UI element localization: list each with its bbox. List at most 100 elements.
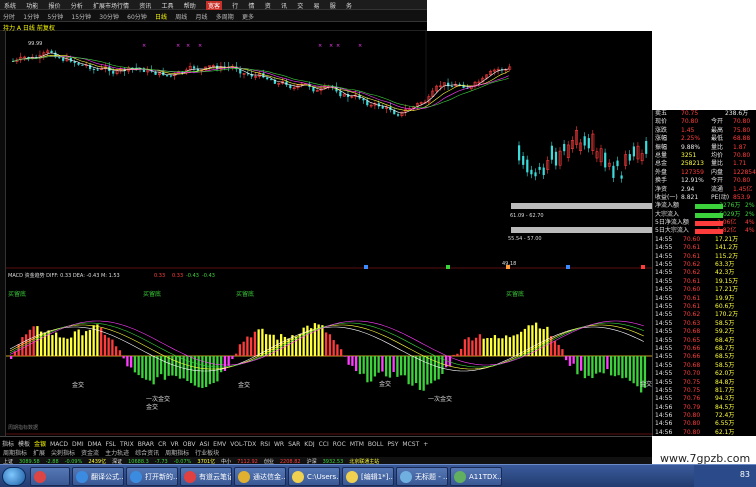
- macd-bar: [85, 331, 88, 356]
- start-button[interactable]: [2, 467, 26, 486]
- taskbar-item[interactable]: 打开新的...: [126, 467, 178, 486]
- macd-bar: [25, 334, 28, 356]
- period-tab-1min[interactable]: 1分钟: [23, 12, 39, 21]
- tick-time: 14:55: [655, 277, 673, 285]
- menu-item-analysis[interactable]: 分析: [71, 1, 83, 10]
- menu-item-right-3[interactable]: 讯: [281, 1, 287, 10]
- taskbar-item-label: [编辑1*]...: [361, 473, 394, 481]
- candle-body: [58, 57, 61, 59]
- quote-right-label: PE(动): [711, 193, 730, 201]
- quote-label: 涨跌: [655, 126, 668, 134]
- candle-body: [92, 68, 96, 70]
- period-tab-week[interactable]: 周线: [175, 12, 187, 21]
- menu-item-right-6[interactable]: 服: [330, 1, 336, 10]
- macd-bar: [478, 334, 482, 356]
- tick-price: 70.63: [683, 319, 701, 327]
- period-tab-15min[interactable]: 15分钟: [71, 12, 91, 21]
- tick-row: 14:56 70.80 6.55万: [653, 420, 756, 428]
- macd-bar: [96, 324, 99, 356]
- high-price-label: 99.99: [28, 41, 42, 47]
- macd-bar: [407, 356, 410, 385]
- taskbar-item[interactable]: C:\Users...: [288, 467, 340, 486]
- taskbar-item[interactable]: 翻译公式...: [72, 467, 124, 486]
- taskbar-item[interactable]: A11TDX...: [450, 467, 502, 486]
- tick-row: 14:56 70.79 84.5万: [653, 404, 756, 412]
- menu-item-right-4[interactable]: 交: [297, 1, 303, 10]
- menu-item-extended-market[interactable]: 扩展市场行情: [93, 1, 129, 10]
- period-tab-5min[interactable]: 5分钟: [47, 12, 63, 21]
- quote-label: 总金: [655, 160, 668, 168]
- menu-item-help[interactable]: 帮助: [184, 1, 196, 10]
- menu-item-system[interactable]: 系统: [4, 1, 16, 10]
- menu-item-right-1[interactable]: 情: [249, 1, 255, 10]
- menu-item-news[interactable]: 资讯: [139, 1, 151, 10]
- tick-volume: 19.9万: [715, 294, 735, 302]
- taskbar-item[interactable]: 无标题 - ...: [396, 467, 448, 486]
- taskbar-item[interactable]: 通达信金...: [234, 467, 286, 486]
- menu-item-right-0[interactable]: 行: [232, 1, 238, 10]
- macd-bar: [220, 356, 223, 373]
- menu-item-right-2[interactable]: 资: [265, 1, 271, 10]
- period-tab-60min[interactable]: 60分钟: [127, 12, 147, 21]
- macd-bar: [212, 356, 215, 384]
- menu-item-quote[interactable]: 报价: [49, 1, 61, 10]
- period-tab-multi[interactable]: 多周期: [216, 12, 234, 21]
- tick-time: 14:55: [655, 294, 673, 302]
- candle-body: [554, 151, 558, 166]
- menu-item-quant[interactable]: 宽客: [206, 1, 223, 10]
- taskbar-item-label: 通达信金...: [253, 473, 286, 481]
- kline-chart[interactable]: 61.09 - 62.70 55.54 - 57.00 49.18 99.99 …: [6, 31, 652, 436]
- candle-body: [604, 152, 607, 168]
- tick-price: 70.75: [683, 378, 701, 386]
- macd-bar: [418, 356, 422, 390]
- macd-bar: [130, 356, 133, 368]
- indicator-subtab[interactable]: 资金流: [81, 448, 99, 457]
- period-tab-day[interactable]: 日线: [155, 12, 167, 21]
- period-tab-intraday[interactable]: 分时: [3, 12, 15, 21]
- tick-row: 14:55 70.66 68.5万: [653, 353, 756, 361]
- tick-time: 14:55: [655, 244, 673, 252]
- macd-bar: [103, 334, 107, 356]
- indicator-subtab[interactable]: 周期指标: [3, 448, 27, 457]
- macd-bar: [66, 338, 69, 356]
- app-icon: [292, 471, 304, 483]
- taskbar-item[interactable]: [编辑1*]...: [342, 467, 394, 486]
- tick-price: 70.62: [683, 269, 701, 277]
- quote-right-value: 238.6万: [725, 110, 749, 117]
- menu-item-tools[interactable]: 工具: [162, 1, 174, 10]
- quote-right-value: 75.80: [733, 126, 751, 134]
- app-icon: [184, 471, 196, 483]
- taskbar-item[interactable]: 有道云笔记: [180, 467, 232, 486]
- quote-row: 涨幅 2.25% 最低 68.88: [653, 135, 756, 143]
- tick-price: 70.61: [683, 294, 701, 302]
- flow-label: 5日大宗流入: [655, 227, 689, 235]
- indicator-subtab[interactable]: 综合资讯: [135, 448, 159, 457]
- tick-time: 14:55: [655, 302, 673, 310]
- tick-volume: 58.5万: [715, 361, 735, 369]
- indicator-subtab[interactable]: 行业板块: [195, 448, 219, 457]
- macd-bar: [227, 356, 230, 366]
- quote-right-value: 1.45亿: [733, 185, 753, 193]
- menu-item-right-5[interactable]: 易: [314, 1, 320, 10]
- taskbar-item[interactable]: [30, 467, 70, 486]
- indicator-subtab[interactable]: 周期指标: [165, 448, 189, 457]
- tick-row: 14:55 70.65 68.4万: [653, 337, 756, 345]
- indicator-subtab[interactable]: 扩展: [33, 448, 45, 457]
- macd-bar: [568, 356, 572, 366]
- period-tab-30min[interactable]: 30分钟: [99, 12, 119, 21]
- tick-price: 70.62: [683, 311, 701, 319]
- menu-item-function[interactable]: 功能: [26, 1, 38, 10]
- period-tab-month[interactable]: 月线: [196, 12, 208, 21]
- quote-right-label: 最高: [711, 126, 724, 134]
- menu-item-right-7[interactable]: 务: [346, 1, 352, 10]
- macd-bar: [572, 356, 575, 364]
- quote-label: 净资: [655, 185, 668, 193]
- system-tray[interactable]: 83: [694, 465, 756, 487]
- tick-price: 70.75: [683, 386, 701, 394]
- price-range-box-lower: [511, 227, 652, 233]
- indicator-subtab[interactable]: 主力轨迹: [105, 448, 129, 457]
- period-tab-more[interactable]: 更多: [242, 12, 254, 21]
- indicator-subtab[interactable]: 尖刺指标: [51, 448, 75, 457]
- quote-label: 振幅: [655, 143, 668, 151]
- macd-bar: [583, 356, 587, 379]
